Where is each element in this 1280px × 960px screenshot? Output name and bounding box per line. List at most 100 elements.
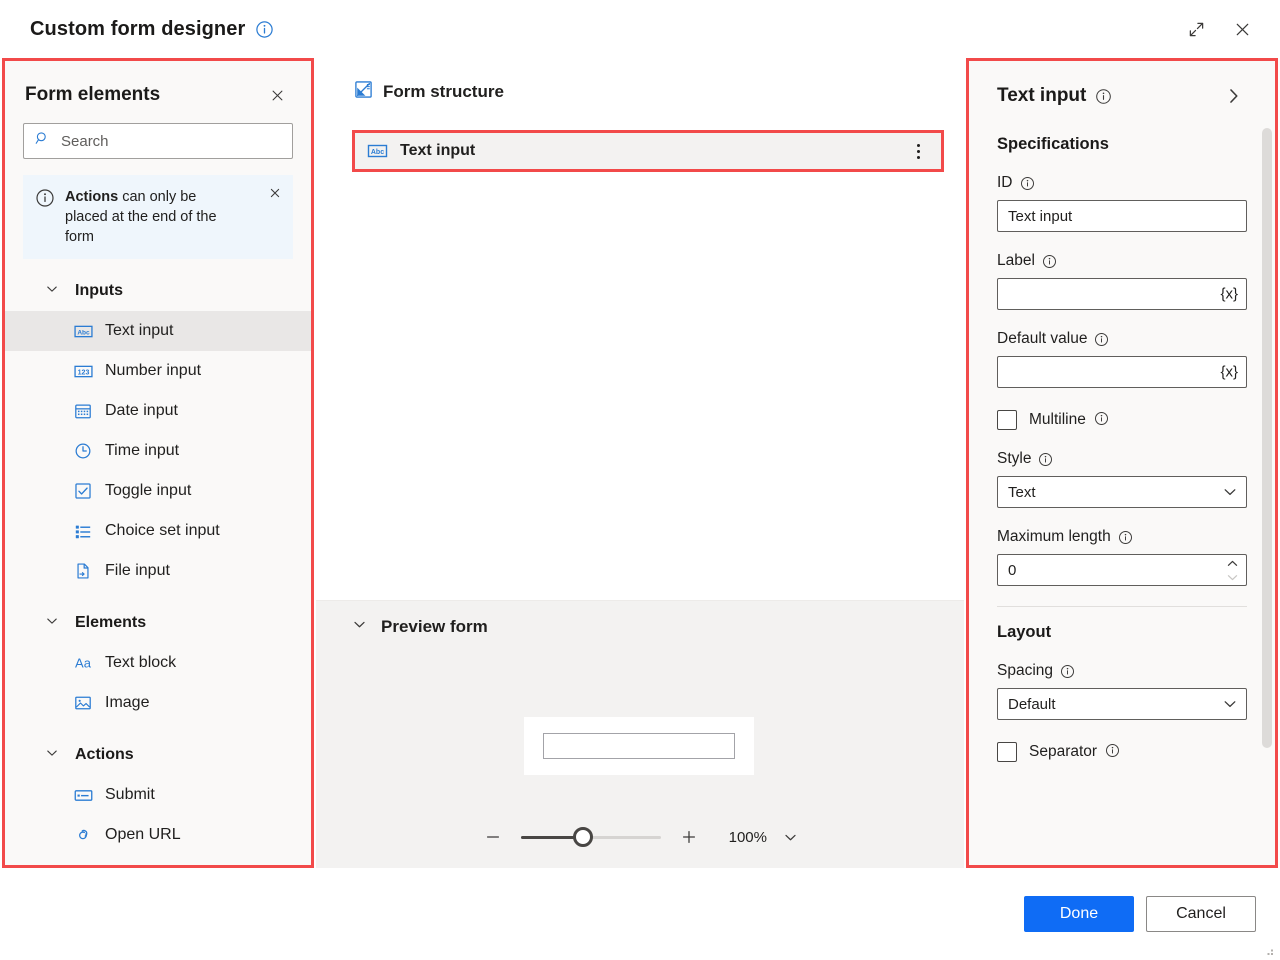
sidebar-item-submit[interactable]: Submit <box>5 775 311 815</box>
minus-icon[interactable] <box>477 821 509 853</box>
sidebar-item-text-input[interactable]: Abc Text input <box>5 311 311 351</box>
form-structure-icon <box>354 80 373 104</box>
clock-icon <box>73 441 93 461</box>
info-circle-icon[interactable] <box>1042 254 1057 269</box>
chevron-down-icon <box>1222 696 1238 712</box>
expand-diagonal-icon[interactable] <box>1176 10 1216 48</box>
aa-text-icon: Aa <box>73 653 93 673</box>
file-icon <box>73 561 93 581</box>
field-label-style: Style <box>997 450 1247 468</box>
info-circle-icon[interactable] <box>1118 530 1133 545</box>
preview-form-header[interactable]: Preview form <box>316 601 964 637</box>
close-x-icon[interactable] <box>1222 10 1262 48</box>
sidebar-item-label: Date input <box>105 402 178 420</box>
svg-text:Abc: Abc <box>77 329 90 336</box>
resize-grip-icon[interactable] <box>1263 944 1275 956</box>
sidebar-item-image[interactable]: Image <box>5 683 311 723</box>
done-button[interactable]: Done <box>1024 896 1134 932</box>
maximum-length-stepper <box>1222 555 1242 585</box>
multiline-label: Multiline <box>1029 411 1109 429</box>
sidebar-item-file-input[interactable]: File input <box>5 551 311 591</box>
info-circle-icon[interactable] <box>1094 411 1109 426</box>
sidebar-item-toggle-input[interactable]: Toggle input <box>5 471 311 511</box>
zoom-slider[interactable] <box>521 827 661 847</box>
close-x-icon[interactable] <box>263 81 291 109</box>
submit-button-icon <box>73 785 93 805</box>
sidebar-item-time-input[interactable]: Time input <box>5 431 311 471</box>
maximum-length-field[interactable]: 0 <box>997 554 1247 586</box>
plus-icon[interactable] <box>673 821 705 853</box>
multiline-label-text: Multiline <box>1029 411 1086 428</box>
group-header-elements[interactable]: Elements <box>5 603 311 643</box>
cancel-button[interactable]: Cancel <box>1146 896 1256 932</box>
properties-panel: Text input Specifications ID Text input <box>966 58 1278 868</box>
group-label: Elements <box>75 614 146 632</box>
multiline-checkbox[interactable] <box>997 410 1017 430</box>
sidebar-item-text-block[interactable]: Aa Text block <box>5 643 311 683</box>
sidebar-item-label: Image <box>105 694 149 712</box>
zoom-controls: 100% <box>316 806 964 868</box>
link-icon <box>73 825 93 845</box>
preview-card <box>524 717 754 775</box>
properties-panel-title: Text input <box>997 85 1086 107</box>
page-title: Custom form designer <box>30 18 245 41</box>
svg-text:Aa: Aa <box>75 655 92 670</box>
sidebar-item-label: Choice set input <box>105 522 220 540</box>
field-label-maximum-length-text: Maximum length <box>997 528 1111 546</box>
style-dropdown[interactable]: Text <box>997 476 1247 508</box>
close-x-icon[interactable] <box>265 183 285 203</box>
sidebar-item-open-url[interactable]: Open URL <box>5 815 311 855</box>
section-heading-layout: Layout <box>997 623 1247 642</box>
form-element-card-label: Text input <box>400 142 475 160</box>
info-circle-icon[interactable] <box>1094 332 1109 347</box>
group-header-actions[interactable]: Actions <box>5 735 311 775</box>
spacing-dropdown[interactable]: Default <box>997 688 1247 720</box>
info-circle-icon[interactable] <box>1060 664 1075 679</box>
info-circle-icon[interactable] <box>255 20 274 39</box>
sidebar-item-date-input[interactable]: Date input <box>5 391 311 431</box>
form-elements-header: Form elements <box>5 61 311 109</box>
info-circle-icon <box>35 188 55 213</box>
chevron-right-icon[interactable] <box>1221 83 1247 109</box>
label-token-button[interactable]: {x} <box>1220 286 1238 303</box>
preview-pane: Preview form 100% <box>316 600 964 868</box>
sidebar-item-choice-set-input[interactable]: Choice set input <box>5 511 311 551</box>
info-circle-icon[interactable] <box>1105 743 1120 758</box>
separator-label-text: Separator <box>1029 743 1097 760</box>
chevron-down-icon[interactable] <box>777 824 803 850</box>
info-circle-icon[interactable] <box>1095 88 1112 105</box>
form-element-card-text-input[interactable]: Abc Text input <box>352 130 944 172</box>
chevron-up-icon[interactable] <box>1222 556 1242 570</box>
default-value-field[interactable]: {x} <box>997 356 1247 388</box>
id-field[interactable]: Text input <box>997 200 1247 232</box>
abc-textbox-icon: Abc <box>367 143 388 159</box>
sidebar-item-label: Time input <box>105 442 179 460</box>
dialog-footer: Done Cancel <box>0 868 1280 960</box>
form-structure-label: Form structure <box>383 82 504 102</box>
chevron-down-icon[interactable] <box>1222 570 1242 584</box>
info-circle-icon[interactable] <box>1038 452 1053 467</box>
chevron-down-icon <box>1222 484 1238 500</box>
zoom-slider-thumb[interactable] <box>573 827 593 847</box>
bulleted-list-icon <box>73 521 93 541</box>
separator-checkbox[interactable] <box>997 742 1017 762</box>
search-container: Search <box>5 109 311 159</box>
sidebar-item-label: Number input <box>105 362 201 380</box>
field-label-default-value: Default value <box>997 330 1247 348</box>
group-header-inputs[interactable]: Inputs <box>5 271 311 311</box>
separator-label: Separator <box>1029 743 1120 761</box>
preview-text-input[interactable] <box>543 733 735 759</box>
field-label-spacing: Spacing <box>997 662 1247 680</box>
search-input[interactable]: Search <box>23 123 293 159</box>
sidebar-item-number-input[interactable]: 123 Number input <box>5 351 311 391</box>
maximum-length-value: 0 <box>1008 562 1016 579</box>
info-circle-icon[interactable] <box>1020 176 1035 191</box>
window-controls <box>1176 10 1262 48</box>
properties-panel-scrollbar[interactable] <box>1262 128 1272 748</box>
zoom-level-label: 100% <box>725 829 767 846</box>
default-value-token-button[interactable]: {x} <box>1220 364 1238 381</box>
more-vertical-icon[interactable] <box>909 139 927 163</box>
label-field[interactable]: {x} <box>997 278 1247 310</box>
sidebar-item-label: Open URL <box>105 826 181 844</box>
sidebar-item-label: Text block <box>105 654 176 672</box>
